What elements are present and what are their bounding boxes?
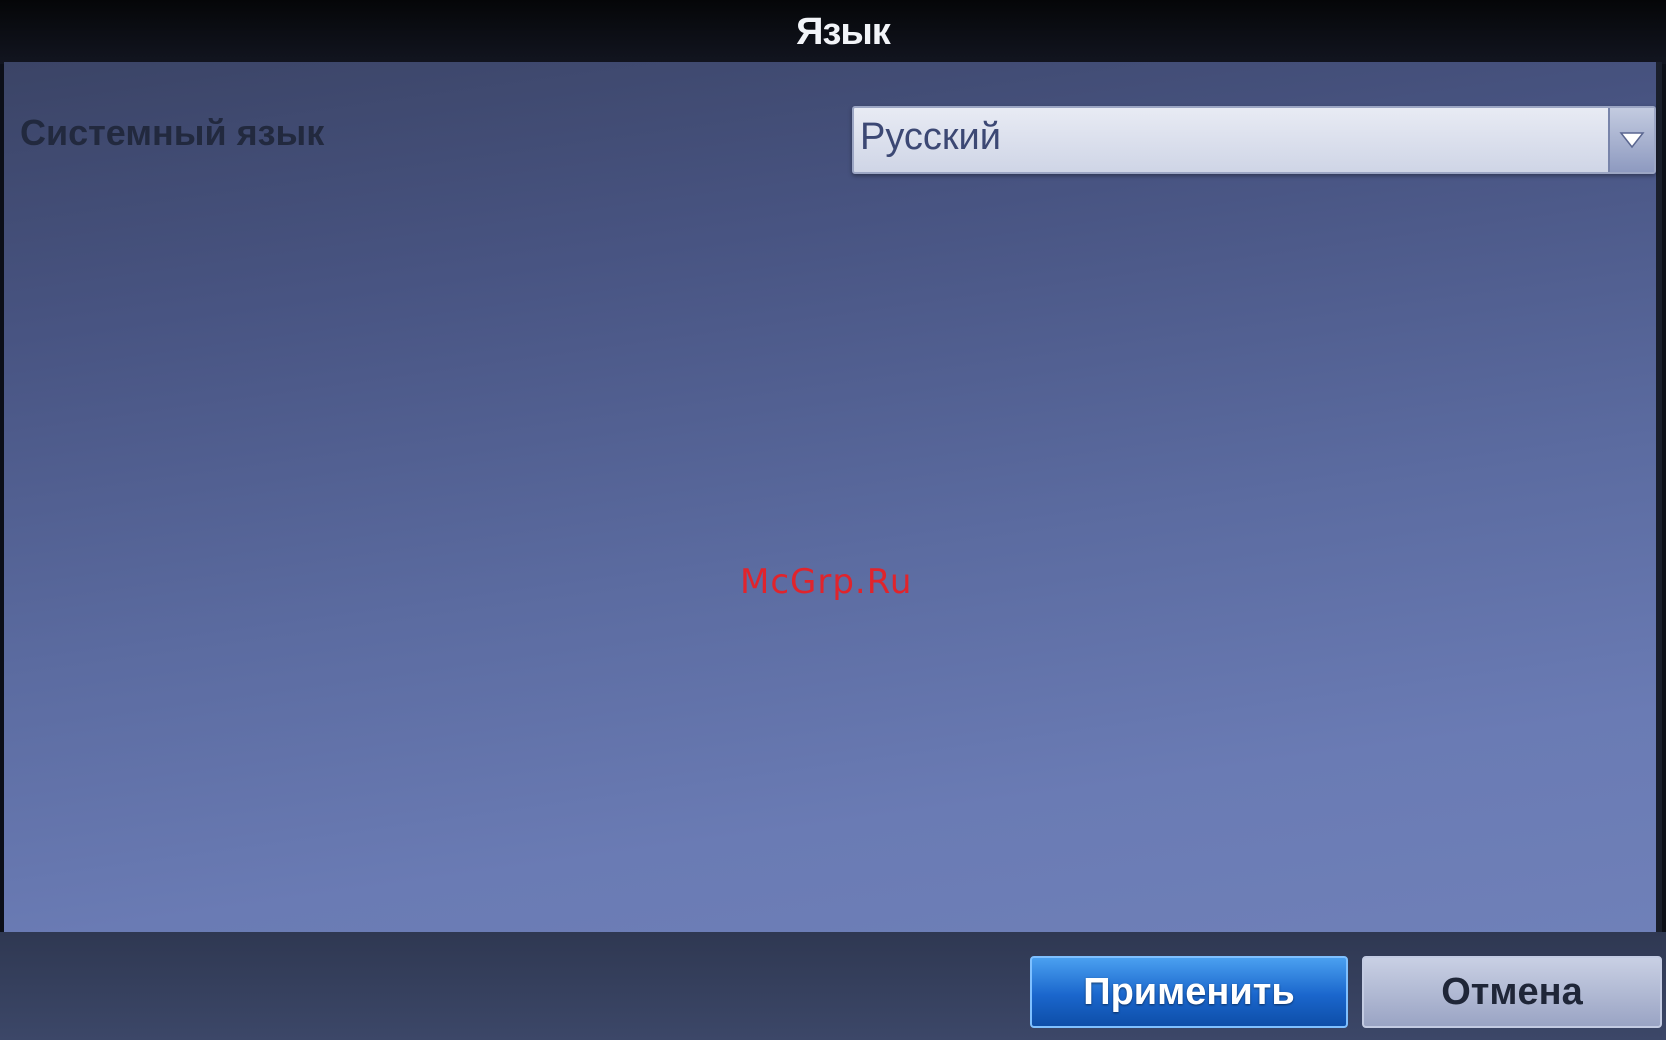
system-language-label: Системный язык xyxy=(20,112,325,153)
dialog-body: Системный язык Русский McGrp.Ru xyxy=(4,62,1662,932)
dialog-title: Язык xyxy=(796,10,891,53)
chevron-down-icon xyxy=(1619,132,1645,149)
language-dialog: Язык Системный язык Русский McGrp.Ru При… xyxy=(0,0,1666,1040)
system-language-select[interactable]: Русский xyxy=(852,106,1656,174)
system-language-value: Русский xyxy=(860,116,1001,158)
dropdown-button[interactable] xyxy=(1608,108,1654,172)
dialog-footer: Применить Отмена xyxy=(0,932,1666,1040)
dialog-titlebar: Язык xyxy=(0,0,1666,64)
cancel-button[interactable]: Отмена xyxy=(1362,956,1662,1028)
apply-button[interactable]: Применить xyxy=(1030,956,1348,1028)
watermark: McGrp.Ru xyxy=(740,562,913,602)
